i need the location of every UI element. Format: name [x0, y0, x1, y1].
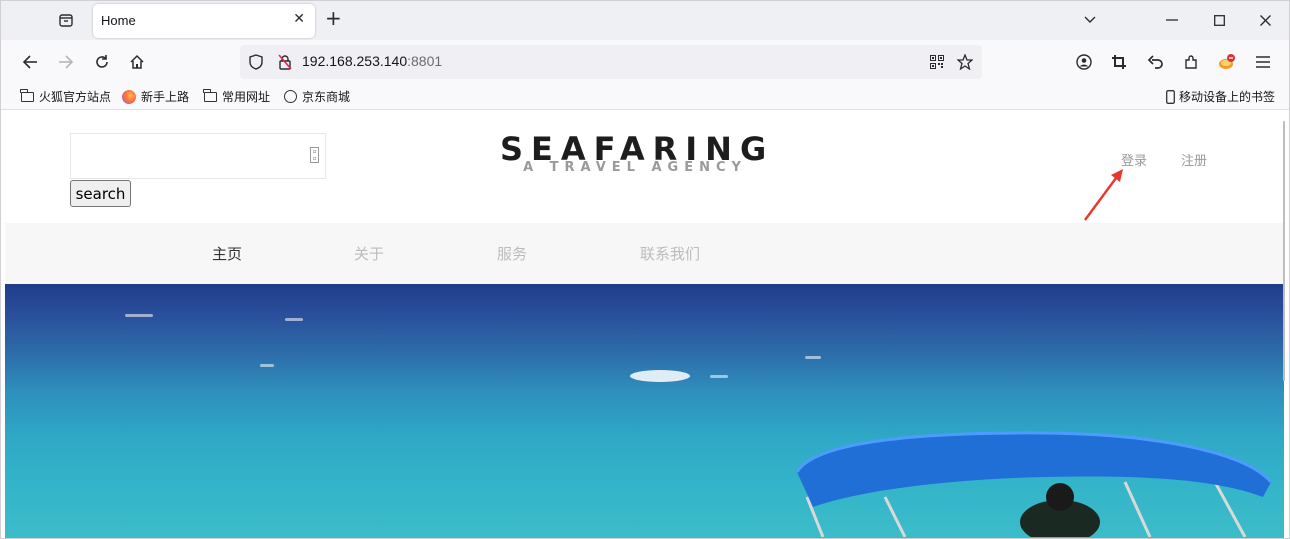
url-bar[interactable]: 192.168.253.140:8801 — [240, 45, 982, 79]
scrollbar[interactable] — [1283, 121, 1285, 381]
bookmark-item[interactable]: 新手上路 — [121, 88, 189, 105]
close-window-icon[interactable] — [1250, 9, 1280, 31]
new-tab-icon[interactable]: + — [325, 8, 342, 28]
tab-close-icon[interactable]: ✕ — [293, 11, 305, 27]
wave — [805, 356, 821, 359]
hero-image — [5, 284, 1284, 538]
menu-item-services[interactable]: 服务 — [497, 243, 527, 264]
web-page: ▫ ▫ search SEAFARING A TRAVEL AGENCY 登录 注… — [5, 111, 1284, 538]
wave — [285, 318, 303, 321]
menu-item-home[interactable]: 主页 — [212, 243, 242, 264]
minimize-icon[interactable] — [1157, 9, 1187, 31]
wave-foam — [630, 370, 690, 382]
tab-overview-icon[interactable] — [52, 7, 80, 33]
bookmarks-bar: 火狐官方站点 新手上路 常用网址 京东商城 移动设备上的书签 — [1, 84, 1289, 110]
site-logo[interactable]: SEAFARING A TRAVEL AGENCY — [500, 131, 770, 174]
insecure-lock-icon[interactable] — [276, 53, 294, 71]
main-menu: 主页 关于 服务 联系我们 — [5, 223, 1284, 284]
logo-subtitle: A TRAVEL AGENCY — [523, 160, 747, 175]
crop-screenshot-icon[interactable] — [1106, 49, 1132, 75]
tab-home[interactable]: Home ✕ — [93, 4, 315, 38]
extensions-icon[interactable] — [1178, 49, 1204, 75]
search-input[interactable]: ▫ ▫ — [70, 133, 326, 179]
shield-icon[interactable] — [247, 53, 265, 71]
bookmark-item[interactable]: 常用网址 — [202, 88, 270, 105]
annotation-arrow-icon — [1084, 169, 1123, 221]
wave — [125, 314, 153, 317]
url-text[interactable]: 192.168.253.140:8801 — [302, 53, 442, 69]
menu-item-about[interactable]: 关于 — [354, 243, 384, 264]
register-link[interactable]: 注册 — [1181, 150, 1207, 169]
menu-item-contact[interactable]: 联系我们 — [640, 243, 700, 264]
tab-bar: Home ✕ + — [1, 1, 1289, 40]
wave — [710, 375, 728, 378]
wave — [260, 364, 274, 367]
hamburger-menu-icon[interactable] — [1250, 49, 1276, 75]
undo-arrow-icon[interactable] — [1142, 49, 1168, 75]
bookmark-item[interactable]: 火狐官方站点 — [19, 88, 111, 105]
folder-icon — [202, 88, 218, 104]
back-arrow-icon[interactable] — [17, 49, 43, 75]
navigation-bar: 192.168.253.140:8801 — [1, 40, 1289, 84]
firefox-icon — [121, 89, 137, 104]
reload-icon[interactable] — [89, 49, 115, 75]
forward-arrow-icon[interactable] — [53, 49, 79, 75]
bookmark-star-icon[interactable] — [956, 53, 974, 71]
account-icon[interactable] — [1071, 49, 1097, 75]
clear-icon[interactable]: ▫ ▫ — [310, 147, 319, 163]
home-icon[interactable] — [124, 49, 150, 75]
tab-title: Home — [101, 13, 136, 28]
qr-code-icon[interactable] — [928, 53, 946, 71]
addon-badge-icon[interactable] — [1214, 49, 1240, 75]
mobile-device-icon — [1165, 89, 1175, 104]
folder-icon — [19, 88, 35, 104]
search-button[interactable]: search — [70, 180, 131, 207]
bookmark-item[interactable]: 京东商城 — [282, 88, 350, 105]
browser-window: Home ✕ + 192.168.253.140:8801 火狐官方站点 新手上… — [0, 0, 1290, 539]
tab-list-chevron-icon[interactable] — [1075, 9, 1105, 31]
boat-canopy — [795, 431, 1273, 537]
globe-icon — [282, 90, 298, 104]
mobile-bookmarks[interactable]: 移动设备上的书签 — [1165, 88, 1275, 105]
maximize-icon[interactable] — [1204, 9, 1234, 31]
